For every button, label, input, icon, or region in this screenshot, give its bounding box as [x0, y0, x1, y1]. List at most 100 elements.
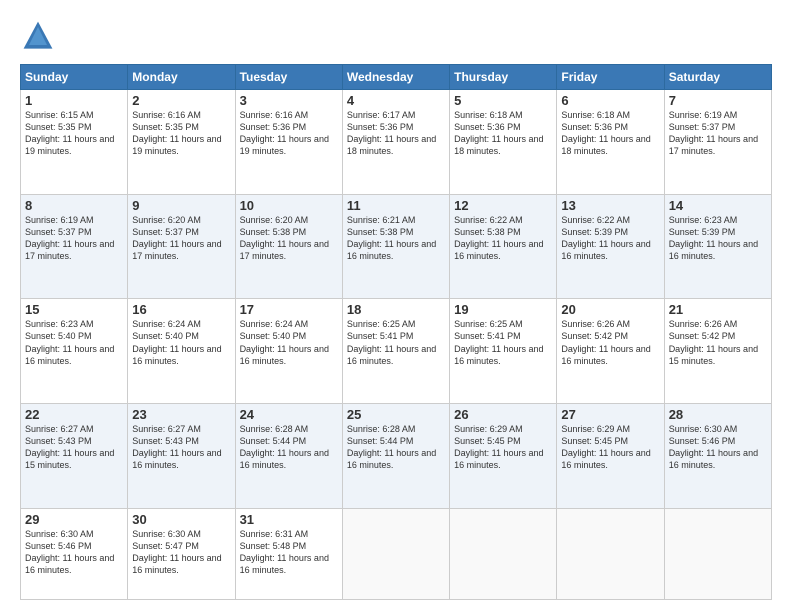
day-number: 21	[669, 302, 767, 317]
calendar-cell: 29Sunrise: 6:30 AM Sunset: 5:46 PM Dayli…	[21, 508, 128, 599]
day-number: 26	[454, 407, 552, 422]
logo	[20, 18, 60, 54]
cell-info: Sunrise: 6:30 AM Sunset: 5:47 PM Dayligh…	[132, 528, 230, 577]
day-of-week-header: Tuesday	[235, 65, 342, 90]
day-number: 9	[132, 198, 230, 213]
cell-info: Sunrise: 6:23 AM Sunset: 5:40 PM Dayligh…	[25, 318, 123, 367]
calendar-cell: 2Sunrise: 6:16 AM Sunset: 5:35 PM Daylig…	[128, 90, 235, 195]
calendar-cell: 10Sunrise: 6:20 AM Sunset: 5:38 PM Dayli…	[235, 194, 342, 299]
cell-info: Sunrise: 6:28 AM Sunset: 5:44 PM Dayligh…	[240, 423, 338, 472]
cell-info: Sunrise: 6:25 AM Sunset: 5:41 PM Dayligh…	[347, 318, 445, 367]
day-number: 12	[454, 198, 552, 213]
calendar-cell: 17Sunrise: 6:24 AM Sunset: 5:40 PM Dayli…	[235, 299, 342, 404]
calendar-cell: 4Sunrise: 6:17 AM Sunset: 5:36 PM Daylig…	[342, 90, 449, 195]
day-number: 18	[347, 302, 445, 317]
calendar-cell: 9Sunrise: 6:20 AM Sunset: 5:37 PM Daylig…	[128, 194, 235, 299]
cell-info: Sunrise: 6:30 AM Sunset: 5:46 PM Dayligh…	[25, 528, 123, 577]
calendar-cell: 27Sunrise: 6:29 AM Sunset: 5:45 PM Dayli…	[557, 403, 664, 508]
day-number: 7	[669, 93, 767, 108]
calendar-cell: 13Sunrise: 6:22 AM Sunset: 5:39 PM Dayli…	[557, 194, 664, 299]
day-number: 25	[347, 407, 445, 422]
day-number: 11	[347, 198, 445, 213]
cell-info: Sunrise: 6:22 AM Sunset: 5:38 PM Dayligh…	[454, 214, 552, 263]
day-number: 10	[240, 198, 338, 213]
day-of-week-header: Monday	[128, 65, 235, 90]
calendar-cell: 3Sunrise: 6:16 AM Sunset: 5:36 PM Daylig…	[235, 90, 342, 195]
day-number: 29	[25, 512, 123, 527]
day-number: 8	[25, 198, 123, 213]
cell-info: Sunrise: 6:28 AM Sunset: 5:44 PM Dayligh…	[347, 423, 445, 472]
cell-info: Sunrise: 6:31 AM Sunset: 5:48 PM Dayligh…	[240, 528, 338, 577]
cell-info: Sunrise: 6:23 AM Sunset: 5:39 PM Dayligh…	[669, 214, 767, 263]
day-number: 30	[132, 512, 230, 527]
calendar-cell: 18Sunrise: 6:25 AM Sunset: 5:41 PM Dayli…	[342, 299, 449, 404]
day-number: 2	[132, 93, 230, 108]
calendar-cell: 28Sunrise: 6:30 AM Sunset: 5:46 PM Dayli…	[664, 403, 771, 508]
calendar-cell	[342, 508, 449, 599]
calendar-cell: 20Sunrise: 6:26 AM Sunset: 5:42 PM Dayli…	[557, 299, 664, 404]
calendar-cell	[450, 508, 557, 599]
calendar-cell: 12Sunrise: 6:22 AM Sunset: 5:38 PM Dayli…	[450, 194, 557, 299]
day-of-week-header: Saturday	[664, 65, 771, 90]
calendar-cell: 26Sunrise: 6:29 AM Sunset: 5:45 PM Dayli…	[450, 403, 557, 508]
cell-info: Sunrise: 6:19 AM Sunset: 5:37 PM Dayligh…	[669, 109, 767, 158]
cell-info: Sunrise: 6:18 AM Sunset: 5:36 PM Dayligh…	[561, 109, 659, 158]
cell-info: Sunrise: 6:25 AM Sunset: 5:41 PM Dayligh…	[454, 318, 552, 367]
cell-info: Sunrise: 6:21 AM Sunset: 5:38 PM Dayligh…	[347, 214, 445, 263]
day-number: 1	[25, 93, 123, 108]
calendar-cell: 14Sunrise: 6:23 AM Sunset: 5:39 PM Dayli…	[664, 194, 771, 299]
cell-info: Sunrise: 6:24 AM Sunset: 5:40 PM Dayligh…	[132, 318, 230, 367]
cell-info: Sunrise: 6:27 AM Sunset: 5:43 PM Dayligh…	[132, 423, 230, 472]
cell-info: Sunrise: 6:20 AM Sunset: 5:38 PM Dayligh…	[240, 214, 338, 263]
day-number: 28	[669, 407, 767, 422]
cell-info: Sunrise: 6:20 AM Sunset: 5:37 PM Dayligh…	[132, 214, 230, 263]
day-number: 6	[561, 93, 659, 108]
calendar-table: SundayMondayTuesdayWednesdayThursdayFrid…	[20, 64, 772, 600]
day-number: 13	[561, 198, 659, 213]
cell-info: Sunrise: 6:24 AM Sunset: 5:40 PM Dayligh…	[240, 318, 338, 367]
cell-info: Sunrise: 6:26 AM Sunset: 5:42 PM Dayligh…	[669, 318, 767, 367]
page: SundayMondayTuesdayWednesdayThursdayFrid…	[0, 0, 792, 612]
calendar-row: 22Sunrise: 6:27 AM Sunset: 5:43 PM Dayli…	[21, 403, 772, 508]
calendar-cell: 23Sunrise: 6:27 AM Sunset: 5:43 PM Dayli…	[128, 403, 235, 508]
day-of-week-header: Wednesday	[342, 65, 449, 90]
calendar-row: 8Sunrise: 6:19 AM Sunset: 5:37 PM Daylig…	[21, 194, 772, 299]
day-number: 16	[132, 302, 230, 317]
calendar-row: 29Sunrise: 6:30 AM Sunset: 5:46 PM Dayli…	[21, 508, 772, 599]
calendar-cell: 8Sunrise: 6:19 AM Sunset: 5:37 PM Daylig…	[21, 194, 128, 299]
calendar-body: 1Sunrise: 6:15 AM Sunset: 5:35 PM Daylig…	[21, 90, 772, 600]
cell-info: Sunrise: 6:18 AM Sunset: 5:36 PM Dayligh…	[454, 109, 552, 158]
day-number: 14	[669, 198, 767, 213]
calendar-cell: 25Sunrise: 6:28 AM Sunset: 5:44 PM Dayli…	[342, 403, 449, 508]
logo-icon	[20, 18, 56, 54]
cell-info: Sunrise: 6:29 AM Sunset: 5:45 PM Dayligh…	[561, 423, 659, 472]
day-number: 20	[561, 302, 659, 317]
calendar-row: 1Sunrise: 6:15 AM Sunset: 5:35 PM Daylig…	[21, 90, 772, 195]
day-of-week-row: SundayMondayTuesdayWednesdayThursdayFrid…	[21, 65, 772, 90]
day-number: 22	[25, 407, 123, 422]
cell-info: Sunrise: 6:22 AM Sunset: 5:39 PM Dayligh…	[561, 214, 659, 263]
cell-info: Sunrise: 6:30 AM Sunset: 5:46 PM Dayligh…	[669, 423, 767, 472]
day-of-week-header: Sunday	[21, 65, 128, 90]
day-number: 15	[25, 302, 123, 317]
day-number: 27	[561, 407, 659, 422]
day-number: 17	[240, 302, 338, 317]
calendar-cell: 15Sunrise: 6:23 AM Sunset: 5:40 PM Dayli…	[21, 299, 128, 404]
calendar-cell: 1Sunrise: 6:15 AM Sunset: 5:35 PM Daylig…	[21, 90, 128, 195]
cell-info: Sunrise: 6:16 AM Sunset: 5:35 PM Dayligh…	[132, 109, 230, 158]
calendar-cell	[557, 508, 664, 599]
header	[20, 18, 772, 54]
calendar-cell: 31Sunrise: 6:31 AM Sunset: 5:48 PM Dayli…	[235, 508, 342, 599]
day-number: 5	[454, 93, 552, 108]
cell-info: Sunrise: 6:27 AM Sunset: 5:43 PM Dayligh…	[25, 423, 123, 472]
calendar-cell: 11Sunrise: 6:21 AM Sunset: 5:38 PM Dayli…	[342, 194, 449, 299]
day-number: 4	[347, 93, 445, 108]
calendar-cell: 22Sunrise: 6:27 AM Sunset: 5:43 PM Dayli…	[21, 403, 128, 508]
calendar-cell: 24Sunrise: 6:28 AM Sunset: 5:44 PM Dayli…	[235, 403, 342, 508]
day-number: 3	[240, 93, 338, 108]
cell-info: Sunrise: 6:29 AM Sunset: 5:45 PM Dayligh…	[454, 423, 552, 472]
calendar-row: 15Sunrise: 6:23 AM Sunset: 5:40 PM Dayli…	[21, 299, 772, 404]
day-number: 24	[240, 407, 338, 422]
calendar-cell: 5Sunrise: 6:18 AM Sunset: 5:36 PM Daylig…	[450, 90, 557, 195]
day-of-week-header: Friday	[557, 65, 664, 90]
